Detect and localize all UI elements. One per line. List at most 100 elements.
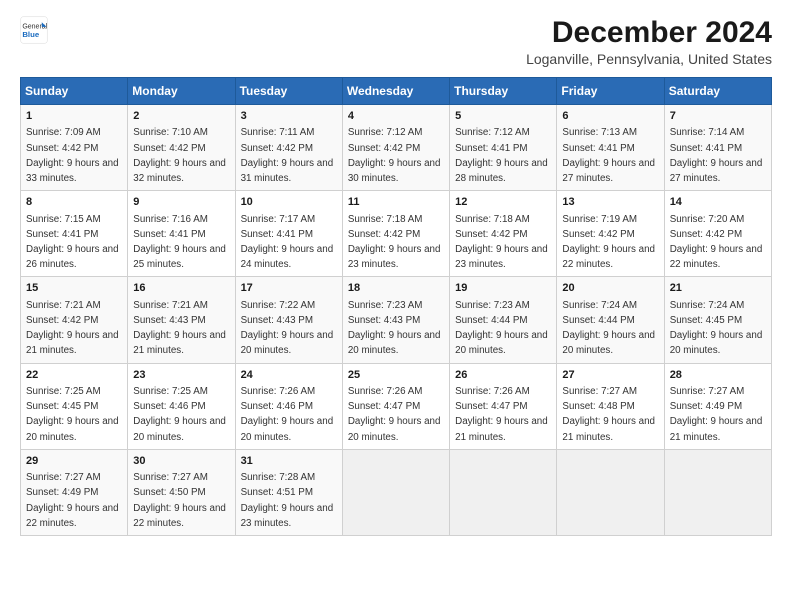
day-number: 2	[133, 109, 229, 124]
day-info: Sunrise: 7:25 AMSunset: 4:46 PMDaylight:…	[133, 386, 226, 443]
day-info: Sunrise: 7:23 AMSunset: 4:44 PMDaylight:…	[455, 300, 548, 357]
calendar-cell: 19 Sunrise: 7:23 AMSunset: 4:44 PMDaylig…	[450, 277, 557, 363]
day-info: Sunrise: 7:13 AMSunset: 4:41 PMDaylight:…	[562, 127, 655, 184]
calendar-cell: 31 Sunrise: 7:28 AMSunset: 4:51 PMDaylig…	[235, 449, 342, 535]
day-number: 12	[455, 195, 551, 210]
calendar-cell: 18 Sunrise: 7:23 AMSunset: 4:43 PMDaylig…	[342, 277, 449, 363]
day-info: Sunrise: 7:18 AMSunset: 4:42 PMDaylight:…	[348, 214, 441, 271]
day-info: Sunrise: 7:20 AMSunset: 4:42 PMDaylight:…	[670, 214, 763, 271]
day-number: 9	[133, 195, 229, 210]
day-info: Sunrise: 7:25 AMSunset: 4:45 PMDaylight:…	[26, 386, 119, 443]
day-info: Sunrise: 7:24 AMSunset: 4:44 PMDaylight:…	[562, 300, 655, 357]
calendar-cell	[664, 449, 771, 535]
week-row-5: 29 Sunrise: 7:27 AMSunset: 4:49 PMDaylig…	[21, 449, 772, 535]
day-info: Sunrise: 7:26 AMSunset: 4:47 PMDaylight:…	[348, 386, 441, 443]
day-info: Sunrise: 7:12 AMSunset: 4:42 PMDaylight:…	[348, 127, 441, 184]
day-info: Sunrise: 7:21 AMSunset: 4:42 PMDaylight:…	[26, 300, 119, 357]
col-monday: Monday	[128, 78, 235, 105]
logo: General Blue	[20, 16, 48, 44]
day-number: 17	[241, 281, 337, 296]
calendar-cell: 5 Sunrise: 7:12 AMSunset: 4:41 PMDayligh…	[450, 105, 557, 191]
calendar-cell: 23 Sunrise: 7:25 AMSunset: 4:46 PMDaylig…	[128, 363, 235, 449]
calendar-cell	[342, 449, 449, 535]
day-info: Sunrise: 7:24 AMSunset: 4:45 PMDaylight:…	[670, 300, 763, 357]
calendar-cell: 15 Sunrise: 7:21 AMSunset: 4:42 PMDaylig…	[21, 277, 128, 363]
day-number: 24	[241, 368, 337, 383]
calendar-cell: 29 Sunrise: 7:27 AMSunset: 4:49 PMDaylig…	[21, 449, 128, 535]
col-thursday: Thursday	[450, 78, 557, 105]
calendar-cell: 12 Sunrise: 7:18 AMSunset: 4:42 PMDaylig…	[450, 191, 557, 277]
calendar-cell: 25 Sunrise: 7:26 AMSunset: 4:47 PMDaylig…	[342, 363, 449, 449]
day-number: 14	[670, 195, 766, 210]
day-number: 5	[455, 109, 551, 124]
calendar-cell: 21 Sunrise: 7:24 AMSunset: 4:45 PMDaylig…	[664, 277, 771, 363]
day-info: Sunrise: 7:19 AMSunset: 4:42 PMDaylight:…	[562, 214, 655, 271]
day-number: 4	[348, 109, 444, 124]
day-number: 1	[26, 109, 122, 124]
day-info: Sunrise: 7:12 AMSunset: 4:41 PMDaylight:…	[455, 127, 548, 184]
week-row-1: 1 Sunrise: 7:09 AMSunset: 4:42 PMDayligh…	[21, 105, 772, 191]
day-number: 3	[241, 109, 337, 124]
day-number: 27	[562, 368, 658, 383]
day-number: 28	[670, 368, 766, 383]
calendar-cell	[557, 449, 664, 535]
calendar-cell: 13 Sunrise: 7:19 AMSunset: 4:42 PMDaylig…	[557, 191, 664, 277]
calendar-cell: 8 Sunrise: 7:15 AMSunset: 4:41 PMDayligh…	[21, 191, 128, 277]
day-number: 13	[562, 195, 658, 210]
calendar-cell: 14 Sunrise: 7:20 AMSunset: 4:42 PMDaylig…	[664, 191, 771, 277]
day-info: Sunrise: 7:28 AMSunset: 4:51 PMDaylight:…	[241, 472, 334, 529]
calendar-cell: 24 Sunrise: 7:26 AMSunset: 4:46 PMDaylig…	[235, 363, 342, 449]
day-number: 7	[670, 109, 766, 124]
day-number: 10	[241, 195, 337, 210]
day-number: 21	[670, 281, 766, 296]
day-info: Sunrise: 7:16 AMSunset: 4:41 PMDaylight:…	[133, 214, 226, 271]
top-section: General Blue December 2024 Loganville, P…	[20, 16, 772, 67]
calendar-header: Sunday Monday Tuesday Wednesday Thursday…	[21, 78, 772, 105]
calendar-cell: 26 Sunrise: 7:26 AMSunset: 4:47 PMDaylig…	[450, 363, 557, 449]
calendar-cell: 3 Sunrise: 7:11 AMSunset: 4:42 PMDayligh…	[235, 105, 342, 191]
day-number: 20	[562, 281, 658, 296]
week-row-3: 15 Sunrise: 7:21 AMSunset: 4:42 PMDaylig…	[21, 277, 772, 363]
calendar-cell: 2 Sunrise: 7:10 AMSunset: 4:42 PMDayligh…	[128, 105, 235, 191]
col-wednesday: Wednesday	[342, 78, 449, 105]
calendar-cell: 1 Sunrise: 7:09 AMSunset: 4:42 PMDayligh…	[21, 105, 128, 191]
day-number: 18	[348, 281, 444, 296]
day-number: 11	[348, 195, 444, 210]
calendar-cell: 27 Sunrise: 7:27 AMSunset: 4:48 PMDaylig…	[557, 363, 664, 449]
calendar-cell: 6 Sunrise: 7:13 AMSunset: 4:41 PMDayligh…	[557, 105, 664, 191]
day-info: Sunrise: 7:27 AMSunset: 4:48 PMDaylight:…	[562, 386, 655, 443]
calendar-cell: 30 Sunrise: 7:27 AMSunset: 4:50 PMDaylig…	[128, 449, 235, 535]
day-number: 29	[26, 454, 122, 469]
calendar-cell: 22 Sunrise: 7:25 AMSunset: 4:45 PMDaylig…	[21, 363, 128, 449]
col-sunday: Sunday	[21, 78, 128, 105]
day-info: Sunrise: 7:26 AMSunset: 4:46 PMDaylight:…	[241, 386, 334, 443]
day-number: 26	[455, 368, 551, 383]
day-info: Sunrise: 7:23 AMSunset: 4:43 PMDaylight:…	[348, 300, 441, 357]
calendar-cell: 11 Sunrise: 7:18 AMSunset: 4:42 PMDaylig…	[342, 191, 449, 277]
page: General Blue December 2024 Loganville, P…	[0, 0, 792, 612]
calendar-cell: 10 Sunrise: 7:17 AMSunset: 4:41 PMDaylig…	[235, 191, 342, 277]
day-info: Sunrise: 7:27 AMSunset: 4:49 PMDaylight:…	[670, 386, 763, 443]
day-info: Sunrise: 7:26 AMSunset: 4:47 PMDaylight:…	[455, 386, 548, 443]
day-number: 8	[26, 195, 122, 210]
day-info: Sunrise: 7:18 AMSunset: 4:42 PMDaylight:…	[455, 214, 548, 271]
svg-text:Blue: Blue	[22, 30, 40, 39]
day-info: Sunrise: 7:17 AMSunset: 4:41 PMDaylight:…	[241, 214, 334, 271]
day-info: Sunrise: 7:09 AMSunset: 4:42 PMDaylight:…	[26, 127, 119, 184]
calendar-cell: 7 Sunrise: 7:14 AMSunset: 4:41 PMDayligh…	[664, 105, 771, 191]
col-saturday: Saturday	[664, 78, 771, 105]
day-number: 23	[133, 368, 229, 383]
logo-icon: General Blue	[20, 16, 48, 44]
day-number: 30	[133, 454, 229, 469]
day-info: Sunrise: 7:21 AMSunset: 4:43 PMDaylight:…	[133, 300, 226, 357]
calendar-body: 1 Sunrise: 7:09 AMSunset: 4:42 PMDayligh…	[21, 105, 772, 536]
calendar-cell: 17 Sunrise: 7:22 AMSunset: 4:43 PMDaylig…	[235, 277, 342, 363]
calendar-cell	[450, 449, 557, 535]
day-info: Sunrise: 7:14 AMSunset: 4:41 PMDaylight:…	[670, 127, 763, 184]
day-number: 16	[133, 281, 229, 296]
day-number: 22	[26, 368, 122, 383]
col-friday: Friday	[557, 78, 664, 105]
calendar-table: Sunday Monday Tuesday Wednesday Thursday…	[20, 77, 772, 536]
day-info: Sunrise: 7:27 AMSunset: 4:50 PMDaylight:…	[133, 472, 226, 529]
calendar-cell: 20 Sunrise: 7:24 AMSunset: 4:44 PMDaylig…	[557, 277, 664, 363]
